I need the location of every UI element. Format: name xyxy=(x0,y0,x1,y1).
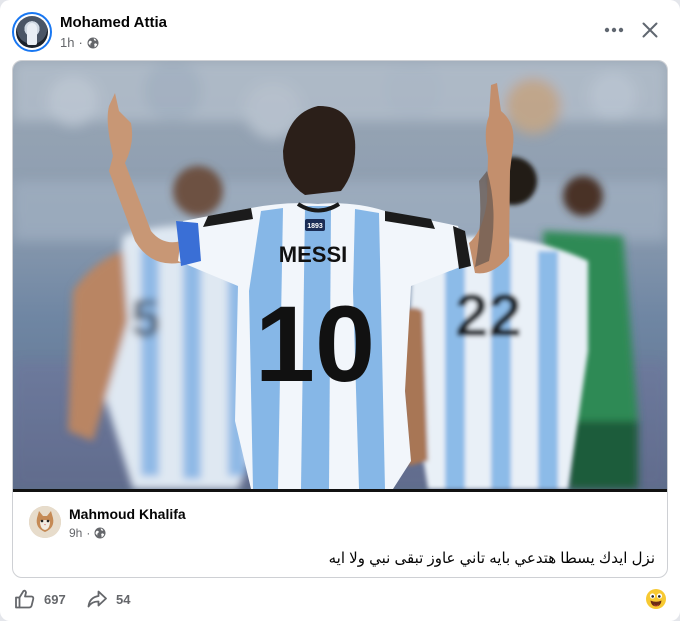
teammate-number: 22 xyxy=(455,282,522,349)
shared-comment: Mahmoud Khalifa 9h · نزل ايدك يسطا هتدعي… xyxy=(13,492,667,577)
jersey-number: 10 xyxy=(255,283,375,404)
meta-separator: · xyxy=(78,35,83,50)
like-button[interactable]: 697 xyxy=(14,588,66,610)
cat-avatar-image xyxy=(29,506,61,538)
share-button[interactable]: 54 xyxy=(86,588,130,610)
post-meta: 1h · xyxy=(60,35,99,50)
like-count: 697 xyxy=(44,591,66,607)
close-icon xyxy=(642,22,658,38)
emoji-reaction-button[interactable] xyxy=(645,588,667,610)
shared-post[interactable]: 5 22 1893 MESSI 10 Mahmoud Khalifa 9h · … xyxy=(12,60,668,578)
share-count: 54 xyxy=(116,591,131,607)
close-button[interactable] xyxy=(636,16,664,44)
share-arrow-icon xyxy=(87,590,107,608)
post-card: Mohamed Attia 1h · 5 22 1893 MESSI 10 Ma… xyxy=(0,0,680,621)
comment-text: نزل ايدك يسطا هتدعي بايه تاني عاوز تبقى … xyxy=(328,550,655,567)
globe-icon[interactable] xyxy=(94,527,106,539)
comment-time[interactable]: 9h xyxy=(69,526,82,540)
shared-photo[interactable]: 5 22 1893 MESSI 10 xyxy=(13,61,667,489)
comment-meta: 9h · xyxy=(69,526,106,540)
commenter-name[interactable]: Mahmoud Khalifa xyxy=(69,506,186,522)
globe-icon[interactable] xyxy=(87,37,99,49)
post-header: Mohamed Attia 1h · xyxy=(0,0,680,60)
post-time[interactable]: 1h xyxy=(60,35,74,50)
thumbs-up-icon xyxy=(15,589,35,609)
commenter-avatar[interactable] xyxy=(29,506,61,538)
emoji-reaction-icon xyxy=(646,589,666,609)
more-options-button[interactable] xyxy=(598,16,630,44)
photo-illustration: 5 22 1893 MESSI 10 xyxy=(13,61,667,489)
left-player-number: 5 xyxy=(131,290,160,348)
meta-separator: · xyxy=(86,526,91,540)
more-horizontal-icon xyxy=(604,27,624,33)
jersey-badge: 1893 xyxy=(307,223,323,230)
post-footer: 697 54 xyxy=(0,580,680,621)
jersey-name: MESSI xyxy=(279,242,347,267)
avatar-image xyxy=(16,16,48,48)
author-name[interactable]: Mohamed Attia xyxy=(60,14,167,31)
author-avatar[interactable] xyxy=(12,12,52,52)
